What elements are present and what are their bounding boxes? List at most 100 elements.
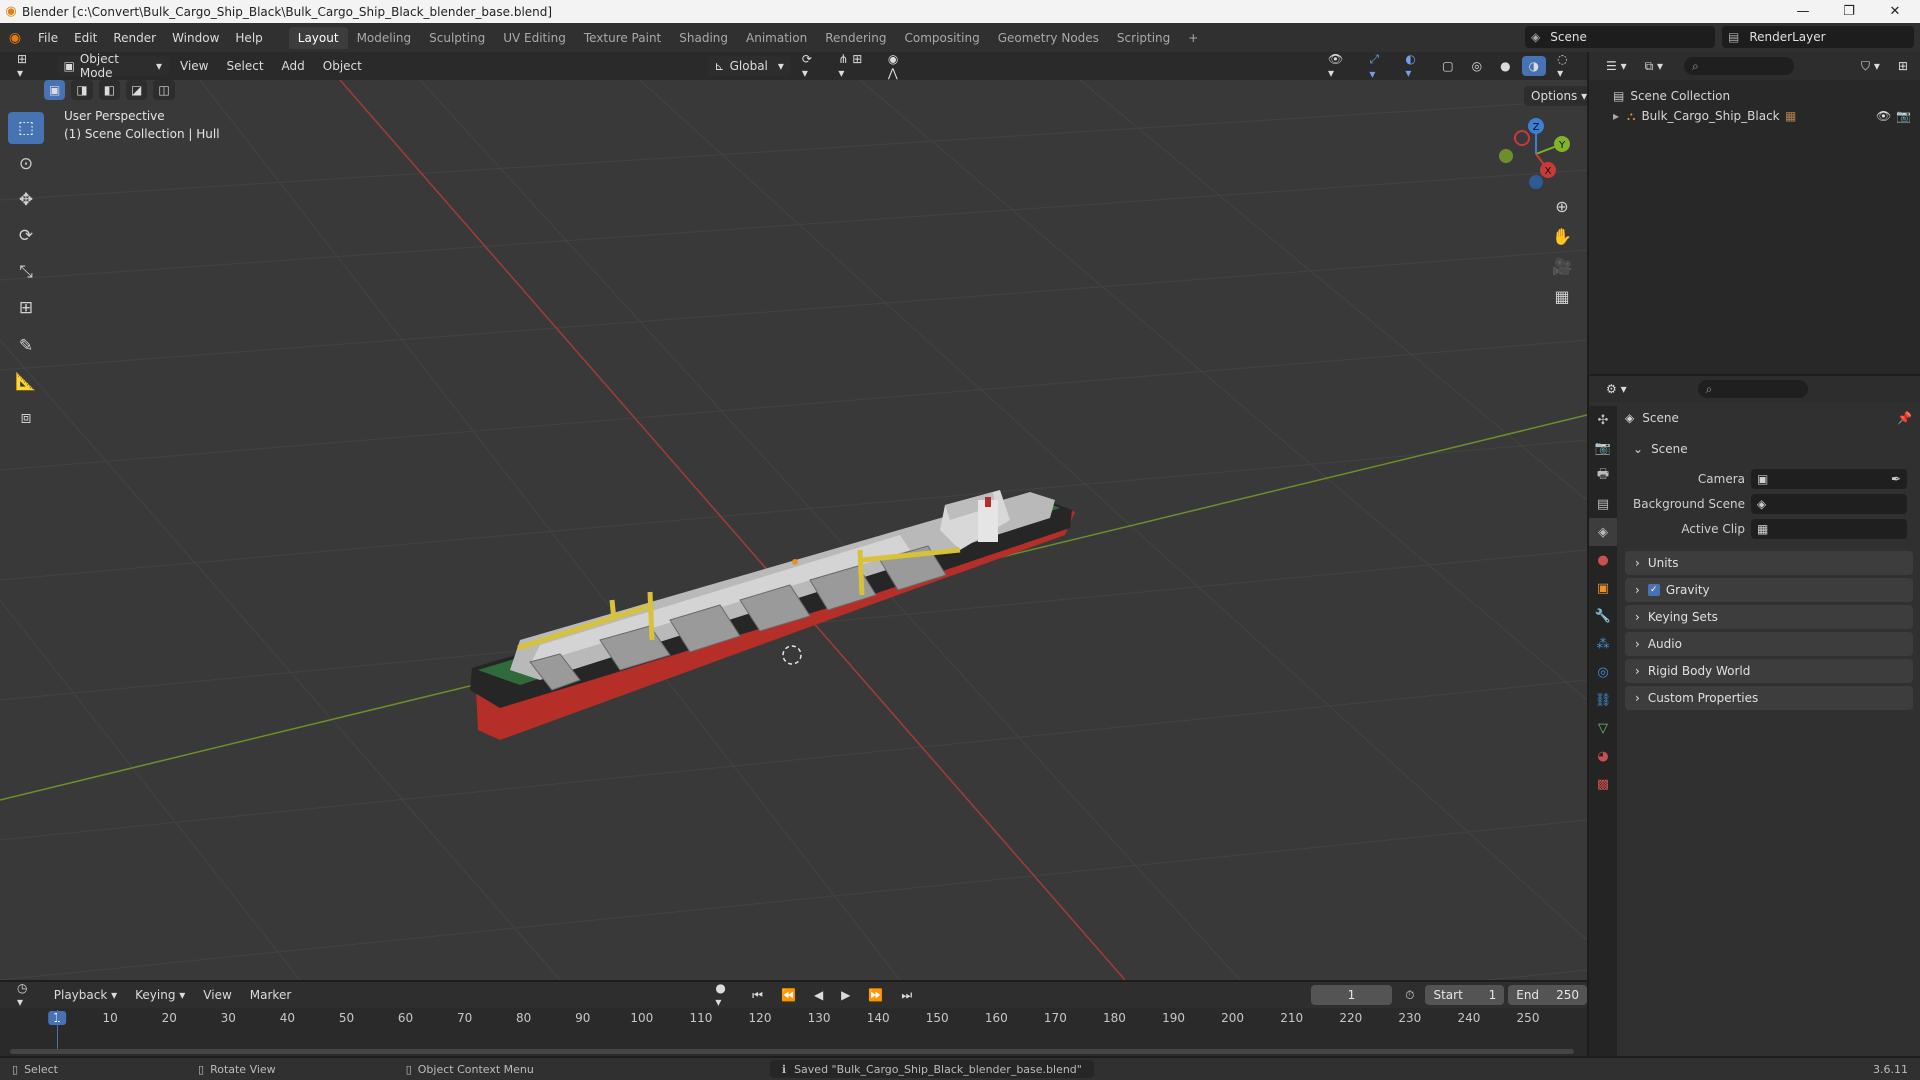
outliner-item[interactable]: ▸ ⛬ Bulk_Cargo_Ship_Black ▦ 👁 📷 <box>1589 106 1920 126</box>
gizmo-toggle-icon[interactable]: ⤢ ▾ <box>1362 52 1394 81</box>
snap-icon[interactable]: ⋔ ⊞ ▾ <box>831 52 876 80</box>
close-icon[interactable]: ✕ <box>1872 0 1918 23</box>
menu-playback[interactable]: Playback ▾ <box>47 985 124 1005</box>
jump-start-icon[interactable]: ⏮ <box>745 985 770 1005</box>
scene-selector[interactable]: ◈ Scene <box>1525 26 1715 48</box>
pan-hand-icon[interactable]: ✋ <box>1547 222 1577 250</box>
timeline-scrollbar[interactable] <box>10 1049 1574 1054</box>
move-icon[interactable]: ✥ <box>8 184 44 216</box>
menu-help[interactable]: Help <box>227 31 270 45</box>
visibility-icon[interactable]: 👁 ▾ <box>1321 52 1358 80</box>
tab-uv-editing[interactable]: UV Editing <box>494 27 575 49</box>
tab-sculpting[interactable]: Sculpting <box>420 27 494 49</box>
camera-view-icon[interactable]: 🎥 <box>1547 252 1577 280</box>
add-cube-icon[interactable]: ⧈ <box>8 402 44 434</box>
material-tab-icon[interactable]: ◕ <box>1589 742 1617 770</box>
end-frame-field[interactable]: End 250 <box>1508 985 1587 1005</box>
properties-search-input[interactable]: ⌕ <box>1697 380 1808 398</box>
object-tab-icon[interactable]: ▣ <box>1589 574 1617 602</box>
record-icon[interactable]: ● ▾ <box>708 981 741 1009</box>
texture-tab-icon[interactable]: ▩ <box>1589 770 1617 798</box>
eye-visibility-icon[interactable]: 👁 <box>1876 109 1891 123</box>
outliner-editor-icon[interactable]: ☰ ▾ <box>1599 56 1634 76</box>
select-invert-icon[interactable]: ◪ <box>126 80 148 100</box>
menu-object[interactable]: Object <box>316 56 369 76</box>
shading-wire-icon[interactable]: ◎ <box>1465 56 1489 76</box>
editor-type-icon[interactable]: ⊞ ▾ <box>10 52 43 80</box>
start-frame-field[interactable]: Start 1 <box>1425 985 1505 1005</box>
navigation-gizmo[interactable]: Z Y X <box>1496 114 1576 194</box>
transform-icon[interactable]: ⊞ <box>8 292 44 324</box>
next-keyframe-icon[interactable]: ⏩ <box>861 985 890 1005</box>
expand-arrow-icon[interactable]: ▸ <box>1613 109 1619 123</box>
mode-dropdown[interactable]: ▣ Object Mode ▾ <box>56 52 170 80</box>
tab-texture-paint[interactable]: Texture Paint <box>575 27 670 49</box>
display-mode-icon[interactable]: ⧉ ▾ <box>1638 56 1670 76</box>
modifier-tab-icon[interactable]: 🔧 <box>1589 602 1617 630</box>
minimize-icon[interactable]: — <box>1780 0 1826 23</box>
tab-compositing[interactable]: Compositing <box>895 27 988 49</box>
select-extend-icon[interactable]: ◨ <box>71 80 93 100</box>
proportional-edit-icon[interactable]: ◉ ⋀ <box>881 52 917 80</box>
outliner-scene-collection[interactable]: ▤ Scene Collection <box>1589 86 1920 106</box>
world-tab-icon[interactable]: ● <box>1589 546 1617 574</box>
new-collection-icon[interactable]: ⊞ <box>1891 56 1915 76</box>
physics-tab-icon[interactable]: ◎ <box>1589 658 1617 686</box>
add-workspace-icon[interactable]: + <box>1179 27 1207 49</box>
overlay-toggle-icon[interactable]: ◐ ▾ <box>1398 52 1431 80</box>
tab-layout[interactable]: Layout <box>288 26 348 49</box>
zoom-icon[interactable]: ⊕ <box>1547 192 1577 220</box>
tool-tab-icon[interactable]: ✣ <box>1589 406 1617 434</box>
preview-range-icon[interactable]: ⏱ <box>1398 985 1421 1005</box>
scene-subpanel-header[interactable]: ⌄ Scene <box>1625 438 1913 460</box>
select-subtract-icon[interactable]: ◧ <box>98 80 121 100</box>
particles-tab-icon[interactable]: ⁂ <box>1589 630 1617 658</box>
timeline-ruler[interactable]: 1102030405060708090100110120130140150160… <box>0 1008 1587 1028</box>
camera-render-icon[interactable]: 📷 <box>1896 109 1911 123</box>
panel-audio[interactable]: › Audio <box>1625 632 1913 656</box>
active-clip-field[interactable]: ▦ <box>1751 519 1907 539</box>
3d-viewport[interactable]: User Perspective (1) Scene Collection | … <box>0 80 1587 980</box>
blender-menu-icon[interactable]: ◉ <box>0 30 30 46</box>
panel-gravity[interactable]: › ✓ Gravity <box>1625 578 1913 602</box>
scene-tab-icon[interactable]: ◈ <box>1589 518 1617 546</box>
rotate-icon[interactable]: ⟳ <box>8 220 44 252</box>
filter-icon[interactable]: ⛉ ▾ <box>1854 56 1887 76</box>
toggle-perspective-icon[interactable]: ▦ <box>1547 282 1577 310</box>
maximize-icon[interactable]: ❐ <box>1826 0 1872 23</box>
pivot-icon[interactable]: ⟳ ▾ <box>795 52 828 80</box>
tab-shading[interactable]: Shading <box>670 27 737 49</box>
annotate-icon[interactable]: ✎ <box>8 330 44 362</box>
menu-file[interactable]: File <box>30 31 66 45</box>
gravity-checkbox[interactable]: ✓ <box>1647 584 1660 596</box>
xray-icon[interactable]: ▢ <box>1435 56 1460 76</box>
background-scene-field[interactable]: ◈ <box>1751 494 1907 514</box>
scale-icon[interactable]: ⤡ <box>8 256 44 288</box>
menu-select[interactable]: Select <box>220 56 271 76</box>
pin-icon[interactable]: 📌 <box>1897 411 1912 425</box>
menu-view[interactable]: View <box>173 56 215 76</box>
play-icon[interactable]: ▶ <box>834 985 857 1005</box>
shading-solid-icon[interactable]: ● <box>1493 56 1517 76</box>
constraints-tab-icon[interactable]: ⛓ <box>1589 686 1617 714</box>
panel-rigid-body-world[interactable]: › Rigid Body World <box>1625 659 1913 683</box>
menu-timeline-view[interactable]: View <box>196 985 238 1005</box>
eyedropper-icon[interactable]: ✒ <box>1891 472 1901 486</box>
menu-window[interactable]: Window <box>164 31 227 45</box>
current-frame-field[interactable]: 1 <box>1310 985 1393 1005</box>
menu-render[interactable]: Render <box>105 31 164 45</box>
menu-add[interactable]: Add <box>275 56 312 76</box>
view-layer-selector[interactable]: ▤ RenderLayer <box>1722 26 1914 48</box>
tab-animation[interactable]: Animation <box>737 27 816 49</box>
menu-keying[interactable]: Keying ▾ <box>128 985 192 1005</box>
menu-marker[interactable]: Marker <box>243 985 298 1005</box>
play-reverse-icon[interactable]: ◀ <box>807 985 830 1005</box>
outliner-search-input[interactable]: ⌕ <box>1684 57 1795 75</box>
output-tab-icon[interactable]: 🖶 <box>1589 462 1617 490</box>
camera-field[interactable]: ▣ ✒ <box>1751 469 1907 489</box>
data-tab-icon[interactable]: ▽ <box>1589 714 1617 742</box>
jump-end-icon[interactable]: ⏭ <box>894 985 919 1005</box>
view-layer-tab-icon[interactable]: ▤ <box>1589 490 1617 518</box>
render-tab-icon[interactable]: 📷 <box>1589 434 1617 462</box>
select-intersect-icon[interactable]: ◫ <box>153 80 175 100</box>
